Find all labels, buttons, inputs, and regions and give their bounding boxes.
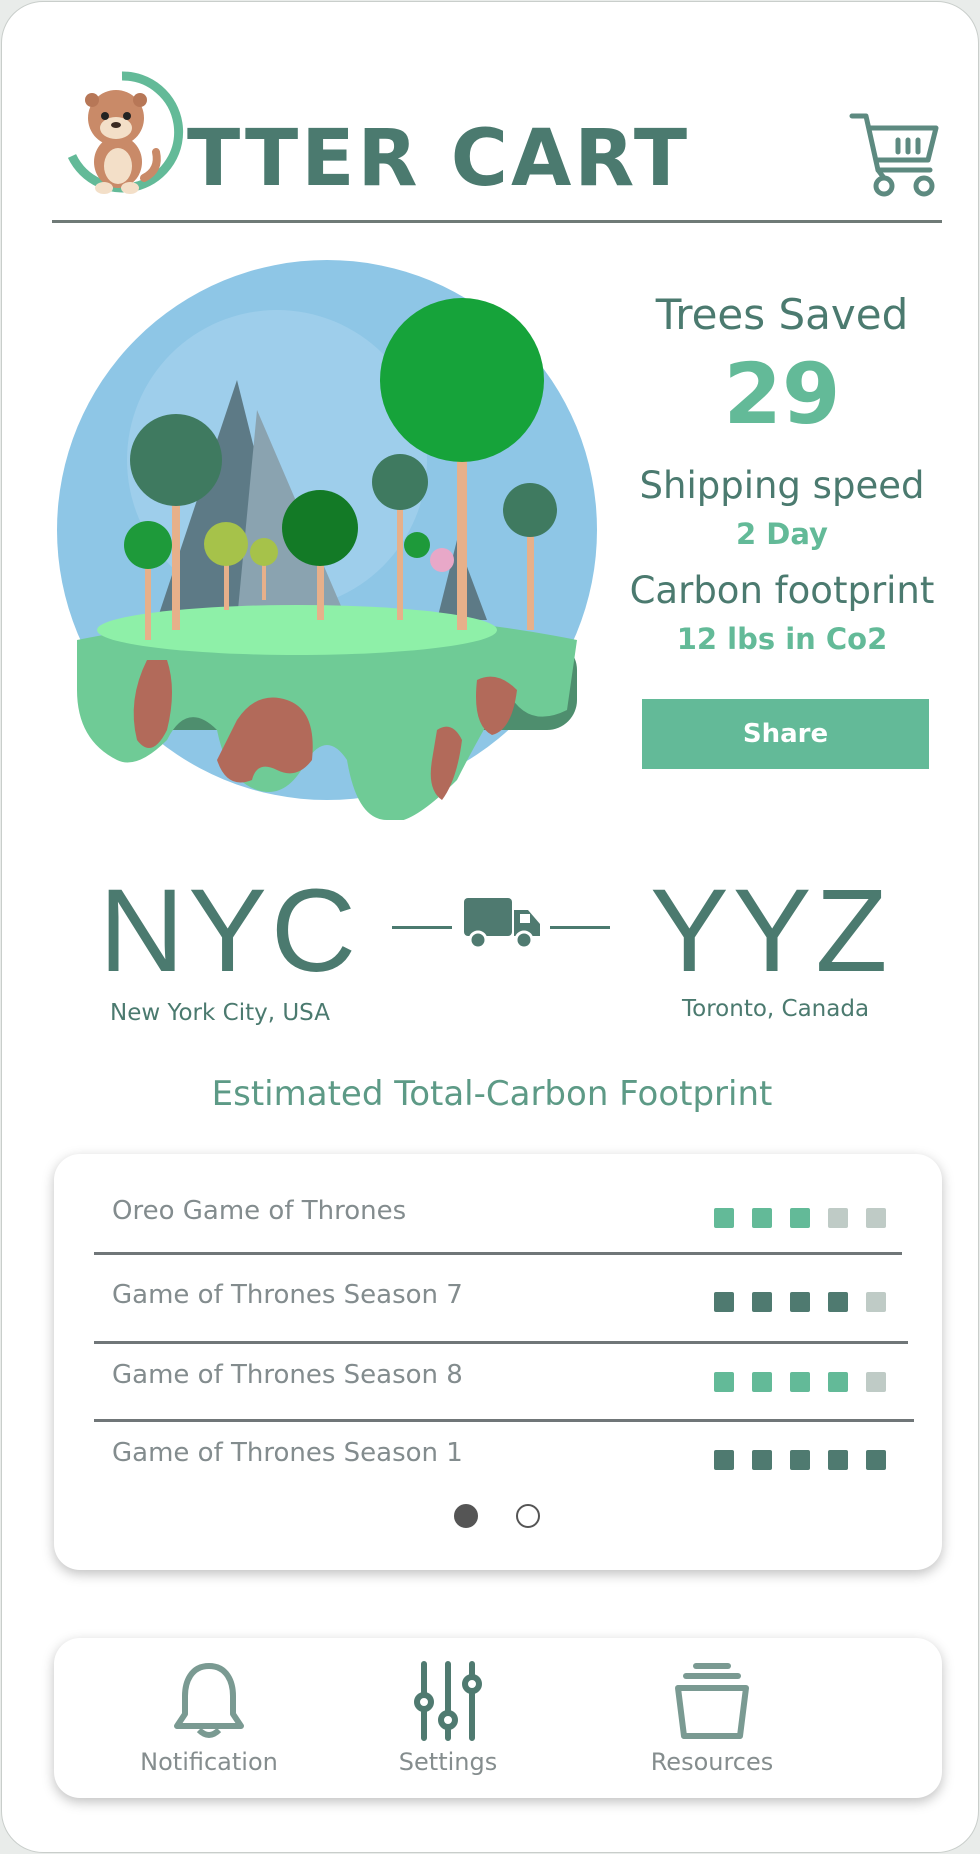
rating-square-filled: [714, 1208, 734, 1228]
page-dot-2[interactable]: [516, 1504, 540, 1528]
bell-icon: [174, 1663, 244, 1738]
item-name: Game of Thrones Season 1: [112, 1438, 463, 1468]
app-screen: TTER CART Trees Saved 29 Shipping speed …: [1, 1, 979, 1853]
header-divider: [52, 220, 942, 223]
otter-logo-icon[interactable]: [60, 70, 185, 195]
nav-label: Notification: [140, 1748, 278, 1776]
page-dot-1[interactable]: [454, 1504, 478, 1528]
sliders-icon: [414, 1661, 482, 1741]
carbon-footprint-value: 12 lbs in Co2: [676, 621, 888, 656]
rating-square-filled: [866, 1450, 886, 1470]
origin-city: New York City, USA: [110, 1000, 330, 1026]
route-line-right: [550, 926, 610, 929]
rating-square-empty: [866, 1208, 886, 1228]
list-item[interactable]: Game of Thrones Season 1: [54, 1426, 942, 1486]
pagination: [454, 1504, 540, 1528]
list-item[interactable]: Oreo Game of Thrones: [54, 1184, 942, 1244]
rating-square-filled: [714, 1450, 734, 1470]
nav-label: Settings: [398, 1748, 498, 1776]
rating-square-filled: [714, 1292, 734, 1312]
shipping-speed-value: 2 Day: [736, 516, 828, 551]
rating-square-filled: [790, 1372, 810, 1392]
rating-square-filled: [752, 1208, 772, 1228]
trees-saved-value: 29: [723, 345, 841, 444]
item-name: Game of Thrones Season 7: [112, 1280, 463, 1310]
rating-square-filled: [752, 1292, 772, 1312]
nav-settings[interactable]: Settings: [358, 1660, 538, 1776]
footprint-rating: [714, 1372, 886, 1392]
footprint-rating: [714, 1450, 886, 1470]
footprint-section-title: Estimated Total-Carbon Footprint: [211, 1074, 773, 1114]
rating-square-filled: [752, 1450, 772, 1470]
footprint-card: Oreo Game of Thrones Game of Thrones Sea…: [54, 1154, 942, 1570]
bottom-nav: Notification Settings Resources: [54, 1638, 942, 1798]
list-item[interactable]: Game of Thrones Season 7: [54, 1268, 942, 1328]
shipping-speed-label: Shipping speed: [639, 464, 925, 508]
rating-square-filled: [790, 1292, 810, 1312]
footprint-rating: [714, 1208, 886, 1228]
rating-square-empty: [866, 1292, 886, 1312]
trees-saved-label: Trees Saved: [655, 290, 909, 339]
rating-square-filled: [714, 1372, 734, 1392]
rating-square-filled: [752, 1372, 772, 1392]
rating-square-empty: [866, 1372, 886, 1392]
rating-square-filled: [790, 1450, 810, 1470]
carbon-footprint-label: Carbon footprint: [629, 568, 935, 612]
row-divider: [94, 1419, 914, 1422]
truck-icon: [464, 898, 540, 950]
rating-square-filled: [828, 1372, 848, 1392]
rating-square-filled: [790, 1208, 810, 1228]
rating-square-empty: [828, 1208, 848, 1228]
archive-icon: [675, 1663, 749, 1739]
destination-city: Toronto, Canada: [682, 996, 870, 1022]
impact-stats: Trees Saved 29 Shipping speed 2 Day Carb…: [602, 290, 962, 676]
destination-code: YYZ: [650, 865, 892, 997]
rating-square-filled: [828, 1450, 848, 1470]
route-line-left: [392, 926, 452, 929]
list-item[interactable]: Game of Thrones Season 8: [54, 1348, 942, 1408]
brand-name: TTER CART: [187, 114, 691, 204]
nav-notification[interactable]: Notification: [119, 1660, 299, 1776]
footprint-rating: [714, 1292, 886, 1312]
row-divider: [94, 1252, 902, 1255]
shopping-cart-icon[interactable]: [848, 110, 942, 200]
origin-code: NYC: [99, 865, 361, 997]
item-name: Oreo Game of Thrones: [112, 1196, 407, 1226]
row-divider: [94, 1341, 908, 1344]
share-button[interactable]: Share: [642, 699, 929, 769]
rating-square-filled: [828, 1292, 848, 1312]
nav-resources[interactable]: Resources: [622, 1660, 802, 1776]
forest-illustration: [57, 260, 597, 820]
nav-label: Resources: [650, 1748, 774, 1776]
item-name: Game of Thrones Season 8: [112, 1360, 463, 1390]
